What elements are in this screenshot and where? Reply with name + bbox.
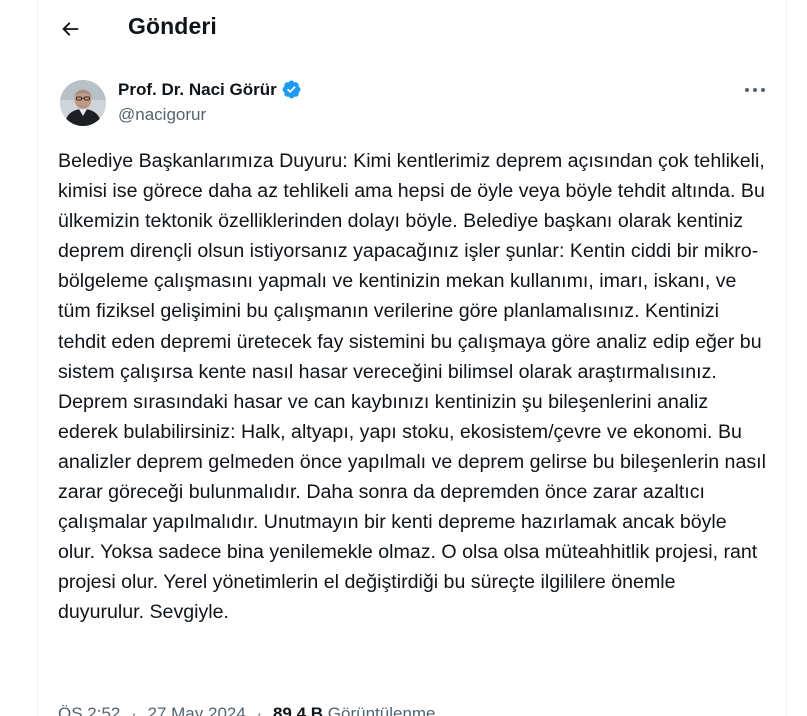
post-column: Gönderi Prof. Dr. Naci Görür @nacigorur …: [37, 0, 787, 716]
page-title: Gönderi: [128, 13, 217, 39]
post-date[interactable]: 27 May 2024: [148, 704, 246, 716]
post-meta: ÖS 2:52 · 27 May 2024 · 89,4 B Görüntüle…: [58, 704, 436, 716]
more-options-button[interactable]: [738, 78, 772, 102]
page-header: Gönderi: [38, 0, 786, 57]
author-name[interactable]: Prof. Dr. Naci Görür: [118, 80, 277, 100]
post-time[interactable]: ÖS 2:52: [58, 704, 120, 716]
avatar-image: [60, 80, 106, 126]
back-button[interactable]: [52, 11, 88, 47]
avatar[interactable]: [60, 80, 106, 126]
author-handle[interactable]: @nacigorur: [118, 105, 206, 125]
meta-separator: ·: [131, 704, 137, 716]
views-count: 89,4 B: [272, 704, 324, 716]
author-name-row[interactable]: Prof. Dr. Naci Görür: [118, 79, 302, 100]
meta-separator: ·: [256, 704, 263, 716]
post-text: Belediye Başkanlarımıza Duyuru: Kimi ken…: [58, 150, 772, 624]
more-horizontal-icon: [745, 88, 765, 92]
arrow-left-icon: [62, 22, 79, 36]
views-label: Görüntülenme: [327, 704, 436, 716]
page: Gönderi Prof. Dr. Naci Görür @nacigorur …: [0, 0, 807, 716]
verified-badge-icon[interactable]: [281, 79, 302, 100]
